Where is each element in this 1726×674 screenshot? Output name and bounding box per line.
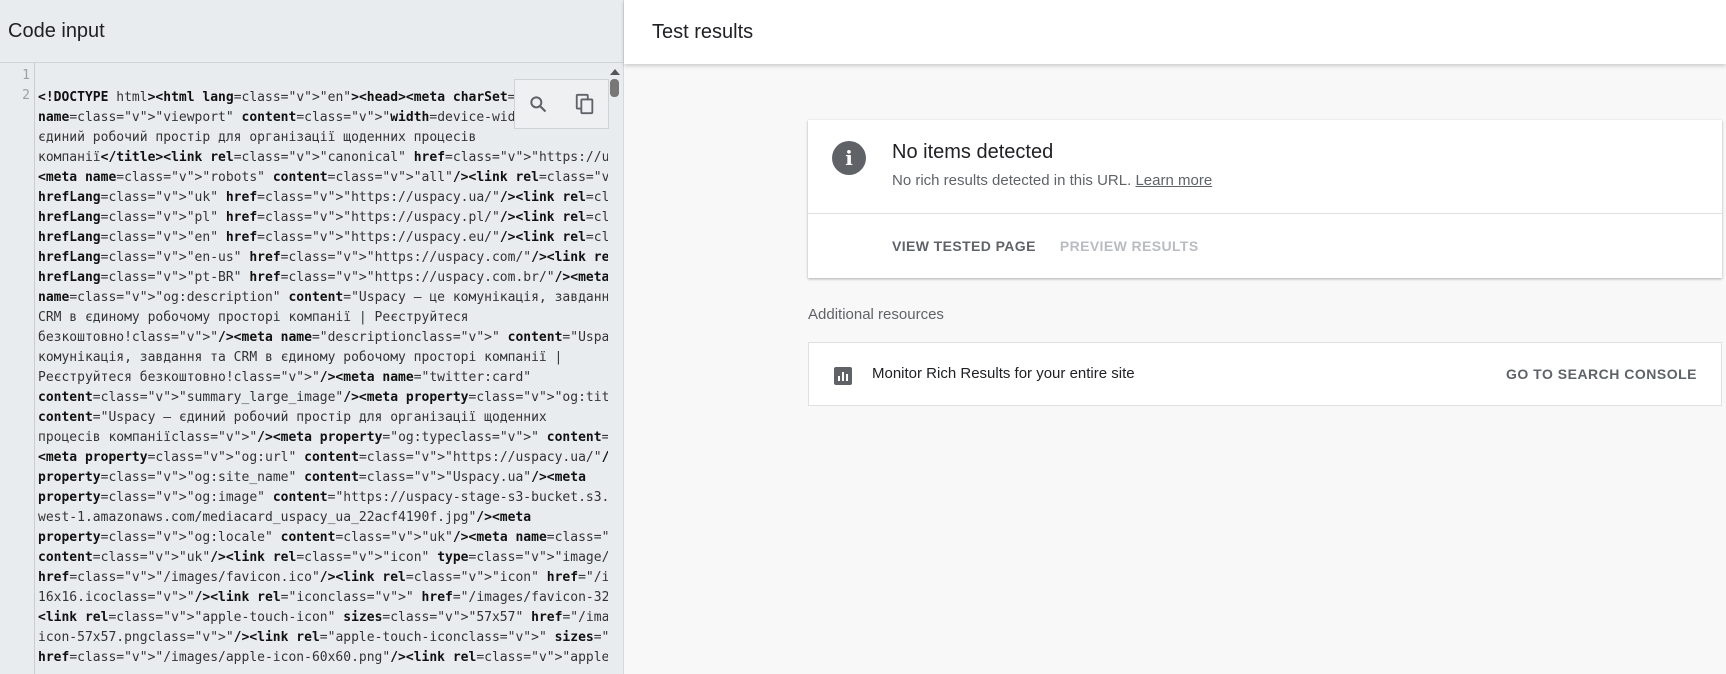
- code-input-title: Code input: [8, 19, 105, 42]
- result-subtitle-text: No rich results detected in this URL.: [892, 172, 1132, 189]
- code-line: hrefLang=class="v">"en" href=class="v">"…: [38, 230, 608, 245]
- code-line: <link rel=class="v">"apple-touch-icon" s…: [38, 610, 608, 625]
- bar-chart-icon: [834, 367, 852, 385]
- view-tested-page-button[interactable]: VIEW TESTED PAGE: [892, 238, 1036, 254]
- line-number: 1: [22, 68, 30, 83]
- code-line: content=class="v">"uk"/><link rel=class=…: [38, 550, 608, 565]
- code-line: content=class="v">"summary_large_image"/…: [38, 390, 608, 405]
- code-line: hrefLang=class="v">"pt-BR" href=class="v…: [38, 270, 608, 285]
- search-icon[interactable]: [524, 90, 552, 118]
- code-line: 16x16.icoclass="v">"/><link rel="iconcla…: [38, 590, 608, 605]
- code-line: єдиний робочий простір для організації щ…: [38, 130, 477, 145]
- code-editor[interactable]: 1 2 <!DOCTYPE html><html lang=class="v">…: [0, 63, 623, 674]
- scroll-thumb[interactable]: [610, 79, 619, 97]
- code-line: <meta name=class="v">"robots" content=cl…: [38, 170, 608, 185]
- line-number: 2: [22, 88, 30, 103]
- code-input-header: Code input: [0, 0, 623, 63]
- code-line: icon-57x57.pngclass="v">"/><link rel="ap…: [38, 630, 608, 645]
- additional-resources-label: Additional resources: [808, 306, 944, 323]
- code-line: безкоштовно!class="v">"/><meta name="des…: [38, 330, 608, 345]
- go-to-search-console-button[interactable]: GO TO SEARCH CONSOLE: [1506, 366, 1697, 382]
- code-line: компанії</title><link rel=class="v">"can…: [38, 150, 608, 165]
- result-summary: i No items detected No rich results dete…: [808, 120, 1722, 214]
- resource-text: Monitor Rich Results for your entire sit…: [872, 365, 1135, 382]
- line-gutter: 1 2: [0, 63, 35, 674]
- code-line: property=class="v">"og:locale" content=c…: [38, 530, 608, 545]
- resource-row: Monitor Rich Results for your entire sit…: [808, 342, 1722, 406]
- code-line: name=class="v">"og:description" content=…: [38, 290, 608, 305]
- code-line: Реєструйтеся безкоштовно!class="v">"/><m…: [38, 370, 532, 385]
- code-line: <meta property=class="v">"og:url" conten…: [38, 450, 608, 465]
- code-line: href=class="v">"/images/favicon.ico"/><l…: [38, 570, 608, 585]
- code-line: property=class="v">"og:image" content="h…: [38, 490, 608, 505]
- code-line: property=class="v">"og:site_name" conten…: [38, 470, 586, 485]
- result-card: i No items detected No rich results dete…: [808, 120, 1722, 278]
- test-results-panel: Test results i No items detected No rich…: [624, 0, 1726, 674]
- code-toolbar: [514, 79, 609, 129]
- scroll-up-arrow-icon[interactable]: [610, 69, 620, 75]
- test-results-title: Test results: [652, 20, 754, 43]
- result-actions: VIEW TESTED PAGE PREVIEW RESULTS: [892, 238, 1199, 254]
- code-input-panel: Code input 1 2 <!DOCTYPE html><html lang…: [0, 0, 624, 674]
- code-line: west-1.amazonaws.com/mediacard_uspacy_ua…: [38, 510, 532, 525]
- preview-results-button: PREVIEW RESULTS: [1059, 238, 1199, 254]
- test-results-header: Test results: [624, 0, 1726, 64]
- info-icon: i: [832, 141, 866, 175]
- learn-more-link[interactable]: Learn more: [1135, 172, 1212, 189]
- code-line: hrefLang=class="v">"pl" href=class="v">"…: [38, 210, 608, 225]
- copy-icon[interactable]: [571, 90, 599, 118]
- code-text[interactable]: <!DOCTYPE html><html lang=class="v">"en"…: [38, 88, 608, 668]
- code-scrollbar[interactable]: [607, 63, 623, 674]
- result-subtitle: No rich results detected in this URL. Le…: [892, 172, 1212, 189]
- code-line: content="Uspacy — єдиний робочий простір…: [38, 410, 547, 425]
- result-title: No items detected: [892, 141, 1054, 163]
- code-line: hrefLang=class="v">"en-us" href=class="v…: [38, 250, 608, 265]
- code-line: hrefLang=class="v">"uk" href=class="v">"…: [38, 190, 608, 205]
- code-line: процесів компаніїclass="v">"/><meta prop…: [38, 430, 608, 445]
- code-line: комунікація, завдання та CRM в єдиному р…: [38, 350, 563, 365]
- code-line: CRM в єдиному робочому просторі компанії…: [38, 310, 469, 325]
- code-line: href=class="v">"/images/apple-icon-60x60…: [38, 650, 608, 665]
